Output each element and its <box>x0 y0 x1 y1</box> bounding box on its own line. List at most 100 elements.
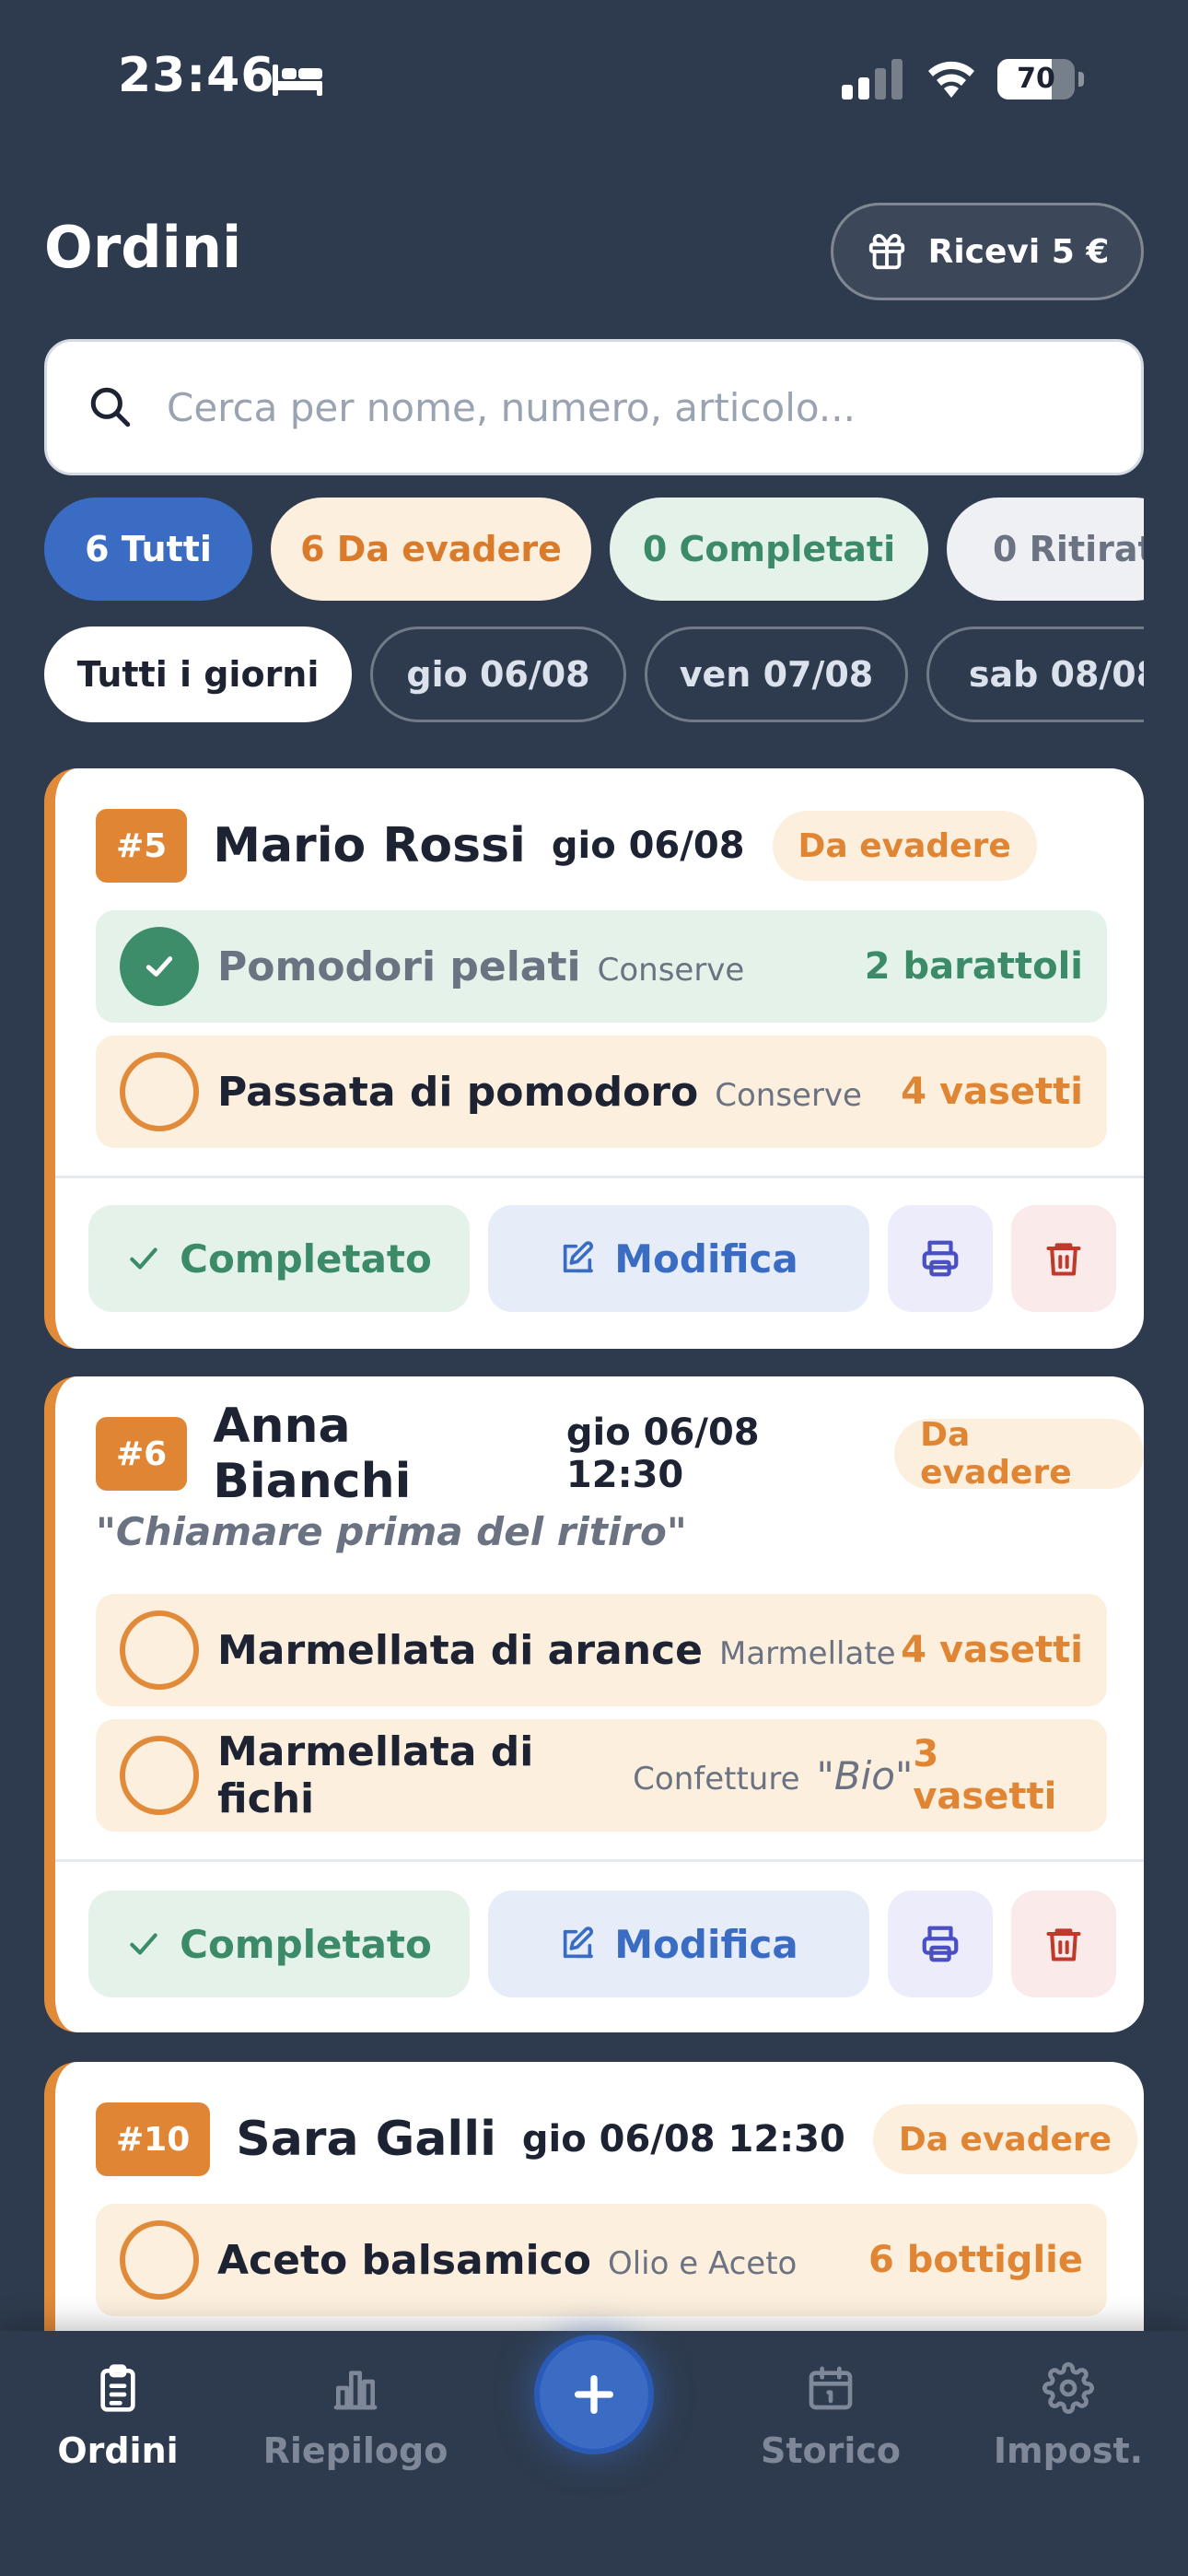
print-button[interactable] <box>888 1891 993 1997</box>
complete-button[interactable]: Completato <box>88 1205 470 1312</box>
item-category: Confetture <box>633 1761 800 1797</box>
nav-orders[interactable]: Ordini <box>7 2362 228 2471</box>
order-item: Pomodori pelati Conserve 2 barattoli <box>96 910 1107 1023</box>
item-name: Marmellata di fichi <box>217 1728 534 1822</box>
filter-completed[interactable]: 0 Completati <box>610 498 928 601</box>
customer-name: Anna Bianchi <box>213 1399 412 1509</box>
delete-button[interactable] <box>1011 1205 1116 1312</box>
complete-label: Completato <box>180 1235 432 1282</box>
gear-icon <box>1042 2362 1094 2414</box>
day-filter-bar: Tutti i giorni gio 06/08 ven 07/08 sab 08/0… <box>44 626 1144 724</box>
nav-label: Ordini <box>57 2430 179 2471</box>
printer-icon <box>922 1240 959 1277</box>
card-divider <box>55 1176 1144 1178</box>
order-card: #6 Anna Bianchi gio 06/08 12:30 Da evade… <box>44 1376 1144 2032</box>
page-title: Ordini <box>44 214 242 281</box>
trash-icon <box>1046 1243 1081 1276</box>
complete-button[interactable]: Completato <box>88 1891 470 1997</box>
item-checkbox[interactable] <box>120 927 199 1006</box>
order-number: #10 <box>96 2102 211 2176</box>
edit-button[interactable]: Modifica <box>488 1205 869 1312</box>
status-badge: Da evadere <box>772 811 1037 881</box>
item-quantity: 4 vasetti <box>901 1629 1083 1671</box>
status-filter-bar: 6 Tutti6 Da evadere0 Completati0 Ritirat… <box>44 498 1144 603</box>
battery-percent: 70 <box>1017 63 1055 95</box>
day-filter-fri[interactable]: ven 07/08 <box>645 626 908 722</box>
customer-name: Mario Rossi <box>213 818 526 873</box>
nav-settings[interactable]: Impost. <box>958 2362 1179 2471</box>
plus-icon <box>574 2374 614 2415</box>
item-name: Passata di pomodoro <box>217 1068 699 1116</box>
customer-name: Sara Galli <box>236 2112 496 2167</box>
edit-icon <box>564 1926 594 1959</box>
item-checkbox[interactable] <box>120 2220 199 2300</box>
item-quantity: 6 bottiglie <box>868 2239 1083 2281</box>
day-filter-all[interactable]: Tutti i giorni <box>44 626 352 722</box>
item-checkbox[interactable] <box>120 1052 199 1131</box>
battery-indicator: 70 <box>997 59 1084 100</box>
item-category: Olio e Aceto <box>607 2245 798 2282</box>
item-category: Conserve <box>597 952 745 989</box>
edit-icon <box>564 1241 594 1273</box>
card-divider <box>55 1859 1144 1862</box>
order-item: Marmellata di arance Marmellate 4 vasett… <box>96 1594 1107 1706</box>
bar-chart-icon <box>333 2371 378 2410</box>
order-date: gio 06/08 <box>551 825 745 867</box>
delete-button[interactable] <box>1011 1891 1116 1997</box>
item-quantity: 3 vasetti <box>913 1733 1057 1818</box>
item-name: Pomodori pelati <box>217 943 581 990</box>
order-date: gio 06/08 12:30 <box>521 2118 845 2160</box>
nav-history[interactable]: Storico <box>720 2362 941 2471</box>
order-item: Marmellata di fichi Confetture "Bio" 3 v… <box>96 1719 1107 1832</box>
order-actions: Completato Modifica <box>88 1891 1116 1997</box>
status-badge: Da evadere <box>872 2104 1138 2174</box>
order-note: "Chiamare prima del ritiro" <box>96 1509 687 1554</box>
item-checkbox[interactable] <box>120 1610 199 1690</box>
order-date: gio 06/08 12:30 <box>565 1411 760 1496</box>
trash-icon <box>1046 1928 1081 1961</box>
item-name: Marmellata di arance <box>217 1626 703 1674</box>
order-header: #5 Mario Rossi gio 06/08 Da evadere <box>96 809 1037 883</box>
print-button[interactable] <box>888 1205 993 1312</box>
wifi-icon <box>928 61 974 98</box>
check-icon <box>146 956 173 977</box>
edit-label: Modifica <box>614 1235 798 1282</box>
gift-icon <box>868 233 904 270</box>
clipboard-list-icon <box>100 2364 135 2412</box>
nav-label: Storico <box>760 2430 902 2471</box>
filter-pending[interactable]: 6 Da evadere <box>271 498 591 601</box>
nav-label: Impost. <box>993 2430 1144 2471</box>
referral-promo-button[interactable]: Ricevi 5 € <box>831 203 1144 300</box>
edit-label: Modifica <box>614 1921 798 1967</box>
complete-label: Completato <box>180 1921 432 1967</box>
day-filter-sat[interactable]: sab 08/08 <box>926 626 1144 722</box>
order-number: #5 <box>96 809 188 883</box>
promo-label: Ricevi 5 € <box>927 232 1110 271</box>
search-input[interactable] <box>167 384 1106 430</box>
item-name: Aceto balsamico <box>217 2236 591 2284</box>
order-card: #5 Mario Rossi gio 06/08 Da evadere Pomo… <box>44 768 1144 1349</box>
nav-label: Riepilogo <box>262 2430 448 2471</box>
day-filter-thu[interactable]: gio 06/08 <box>370 626 626 722</box>
status-badge: Da evadere <box>894 1416 1144 1492</box>
item-category: Conserve <box>715 1077 862 1114</box>
search-bar[interactable] <box>44 339 1144 475</box>
edit-button[interactable]: Modifica <box>488 1891 869 1997</box>
cellular-signal-icon <box>842 59 903 100</box>
status-bar: 23:46 70 <box>0 0 1188 157</box>
bed-icon <box>273 64 322 96</box>
add-order-button[interactable] <box>534 2335 654 2454</box>
nav-summary[interactable]: Riepilogo <box>245 2362 466 2471</box>
order-number: #6 <box>96 1417 188 1491</box>
clock: 23:46 <box>118 48 275 103</box>
check-icon <box>130 1933 157 1955</box>
check-icon <box>130 1247 157 1270</box>
item-note: "Bio" <box>816 1752 914 1798</box>
item-checkbox[interactable] <box>120 1736 199 1815</box>
search-icon <box>90 387 131 427</box>
calendar-icon <box>809 2366 853 2410</box>
order-header: #6 Anna Bianchi gio 06/08 12:30 Da evade… <box>96 1399 1144 1509</box>
order-header: #10 Sara Galli gio 06/08 12:30 Da evader… <box>96 2102 1138 2176</box>
filter-picked-up[interactable]: 0 Ritirati <box>947 498 1144 601</box>
filter-all[interactable]: 6 Tutti <box>44 498 252 601</box>
